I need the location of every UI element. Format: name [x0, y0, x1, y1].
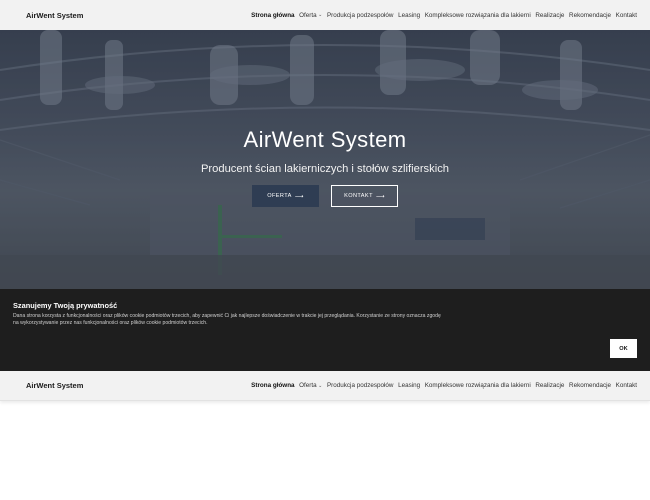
main-menu: Strona główna Oferta ⌄ Produkcja podzespo…: [251, 12, 637, 19]
hero-subtitle: Producent ścian lakierniczych i stołów s…: [200, 163, 450, 175]
kontakt-button[interactable]: KONTAKT ⟶: [331, 185, 398, 207]
sticky-navbar: AirWent System Strona główna Oferta ⌄ Pro…: [0, 371, 650, 401]
nav-item-kontakt[interactable]: Kontakt: [616, 382, 637, 389]
nav-item-strona-glowna[interactable]: Strona główna: [251, 12, 294, 19]
arrow-right-icon: ⟶: [294, 193, 304, 200]
cookie-text: Dana strona korzysta z funkcjonalności o…: [13, 313, 441, 327]
nav-item-kompleksowe[interactable]: Kompleksowe rozwiązania dla lakierni: [425, 382, 531, 389]
brand-logo[interactable]: AirWent System: [26, 11, 83, 20]
nav-item-kontakt[interactable]: Kontakt: [616, 12, 637, 19]
nav-item-leasing[interactable]: Leasing: [398, 12, 420, 19]
hero-overlay: [0, 30, 650, 289]
cookie-banner: Szanujemy Twoją prywatność Dana strona k…: [0, 289, 650, 371]
nav-item-leasing[interactable]: Leasing: [398, 382, 420, 389]
chevron-down-icon: ⌄: [318, 12, 323, 18]
nav-item-rekomendacje[interactable]: Rekomendacje: [569, 382, 611, 389]
arrow-right-icon: ⟶: [375, 193, 385, 200]
main-menu: Strona główna Oferta ⌄ Produkcja podzespo…: [251, 382, 637, 389]
nav-item-produkcja[interactable]: Produkcja podzespołów: [327, 12, 394, 19]
nav-item-strona-glowna[interactable]: Strona główna: [251, 382, 294, 389]
nav-item-produkcja[interactable]: Produkcja podzespołów: [327, 382, 394, 389]
nav-item-oferta[interactable]: Oferta ⌄: [299, 12, 322, 19]
nav-item-realizacje[interactable]: Realizacje: [535, 382, 564, 389]
nav-item-rekomendacje[interactable]: Rekomendacje: [569, 12, 611, 19]
top-navbar: AirWent System Strona główna Oferta ⌄ Pro…: [0, 0, 650, 30]
nav-item-kompleksowe[interactable]: Kompleksowe rozwiązania dla lakierni: [425, 12, 531, 19]
brand-logo[interactable]: AirWent System: [26, 381, 83, 390]
cookie-title: Szanujemy Twoją prywatność: [13, 301, 118, 310]
nav-item-realizacje[interactable]: Realizacje: [535, 12, 564, 19]
cookie-ok-button[interactable]: OK: [610, 339, 637, 358]
hero-title: AirWent System: [243, 127, 407, 152]
chevron-down-icon: ⌄: [318, 382, 323, 389]
nav-item-oferta[interactable]: Oferta ⌄: [299, 382, 322, 389]
hero-section: AirWent System Producent ścian lakiernic…: [0, 30, 650, 289]
oferta-button[interactable]: OFERTA ⟶: [252, 185, 319, 207]
